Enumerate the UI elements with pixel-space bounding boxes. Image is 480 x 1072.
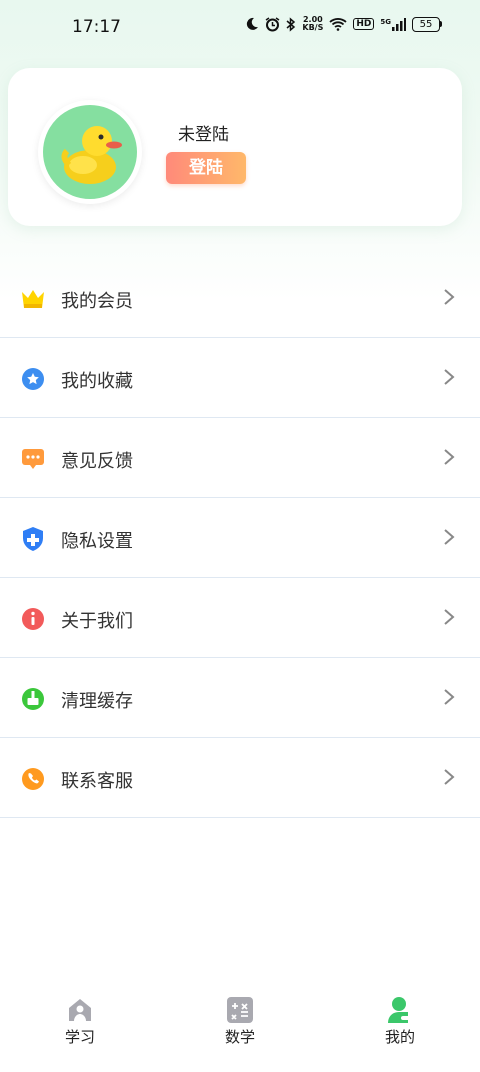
study-icon xyxy=(69,999,91,1021)
menu-item-about[interactable]: 关于我们 xyxy=(0,578,480,658)
battery-level: 55 xyxy=(412,16,440,32)
moon-icon xyxy=(247,17,259,30)
menu-item-privacy[interactable]: 隐私设置 xyxy=(0,498,480,578)
menu-item-favorites[interactable]: 我的收藏 xyxy=(0,338,480,418)
tab-math[interactable]: 数学 xyxy=(210,996,270,1047)
tab-label: 学习 xyxy=(64,1028,95,1046)
settings-menu: 我的会员 我的收藏 意见反馈 隐私设置 关于我们 清理缓存 联系客服 xyxy=(0,258,480,818)
menu-item-label: 联系客服 xyxy=(61,771,133,792)
menu-item-label: 意见反馈 xyxy=(61,451,133,472)
chevron-right-icon xyxy=(444,689,455,705)
shield-icon xyxy=(23,527,43,551)
bluetooth-icon xyxy=(286,16,296,32)
signal-icon xyxy=(392,17,406,31)
menu-item-label: 清理缓存 xyxy=(61,691,133,712)
chevron-right-icon xyxy=(444,449,455,465)
chevron-right-icon xyxy=(444,369,455,385)
avatar[interactable] xyxy=(38,100,142,204)
username-label: 未登陆 xyxy=(178,125,229,145)
speed-unit: KB/S xyxy=(302,23,324,32)
menu-item-label: 我的会员 xyxy=(61,291,133,312)
menu-item-customer-service[interactable]: 联系客服 xyxy=(0,738,480,818)
profile-card: 未登陆 登陆 xyxy=(8,68,462,226)
chevron-right-icon xyxy=(444,609,455,625)
chevron-right-icon xyxy=(444,769,455,785)
alarm-icon xyxy=(265,16,280,31)
menu-item-label: 隐私设置 xyxy=(61,531,133,552)
chevron-right-icon xyxy=(444,529,455,545)
duck-icon xyxy=(61,126,122,184)
message-icon xyxy=(22,449,44,469)
hd-badge: HD xyxy=(353,18,375,30)
chevron-right-icon xyxy=(444,289,455,305)
login-button[interactable]: 登陆 xyxy=(166,152,246,184)
menu-item-label: 关于我们 xyxy=(61,611,133,632)
profile-icon xyxy=(388,997,412,1023)
bottom-tab-bar: 学习 数学 我的 xyxy=(0,990,480,1072)
info-icon xyxy=(22,608,44,630)
battery-icon: 55 xyxy=(412,16,442,32)
math-icon xyxy=(227,997,253,1023)
crown-icon xyxy=(22,290,44,308)
tab-study[interactable]: 学习 xyxy=(50,996,110,1047)
menu-item-feedback[interactable]: 意见反馈 xyxy=(0,418,480,498)
menu-item-membership[interactable]: 我的会员 xyxy=(0,258,480,338)
status-icons: 2.00 KB/S HD 5G 55 xyxy=(245,16,442,32)
menu-item-label: 我的收藏 xyxy=(61,371,133,392)
network-type: 5G xyxy=(380,17,391,26)
cell-signal: 5G xyxy=(380,17,406,31)
wifi-icon xyxy=(329,18,347,31)
network-speed: 2.00 KB/S xyxy=(302,16,323,32)
status-bar: 17:17 2.00 KB/S HD 5G 55 xyxy=(0,0,480,56)
phone-icon xyxy=(22,768,44,790)
tab-label: 数学 xyxy=(224,1028,255,1046)
status-time: 17:17 xyxy=(72,17,121,37)
tab-mine[interactable]: 我的 xyxy=(370,996,430,1047)
star-icon xyxy=(22,368,44,390)
menu-item-clear-cache[interactable]: 清理缓存 xyxy=(0,658,480,738)
broom-icon xyxy=(22,688,44,710)
tab-label: 我的 xyxy=(384,1028,415,1046)
